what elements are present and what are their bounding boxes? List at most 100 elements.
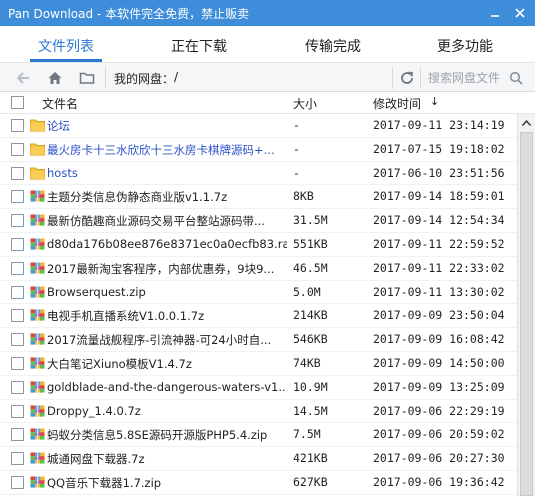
- archive-icon: [30, 475, 45, 489]
- archive-icon: [30, 189, 45, 203]
- tab-downloading[interactable]: 正在下载: [163, 26, 235, 62]
- scrollbar-thumb[interactable]: [520, 132, 533, 496]
- file-modified-time: 2017-09-06 20:27:30: [373, 451, 505, 466]
- folder-icon: [30, 167, 45, 180]
- scroll-up-button[interactable]: [518, 114, 535, 131]
- row-checkbox[interactable]: [11, 166, 24, 180]
- file-row[interactable]: 2017最新淘宝客程序，内部优惠券，9块9... 46.5M 2017-09-11 …: [0, 257, 517, 281]
- chevron-up-icon: [522, 119, 531, 126]
- archive-icon: [30, 285, 45, 299]
- file-size: 214KB: [293, 308, 328, 323]
- archive-icon: [30, 380, 45, 394]
- file-modified-time: 2017-09-11 22:33:02: [373, 260, 505, 275]
- file-name: 蚂蚁分类信息5.8SE源码开源版PHP5.4.zip: [47, 428, 268, 443]
- file-size: 46.5M: [293, 260, 328, 275]
- archive-icon: [30, 261, 45, 275]
- home-button[interactable]: [44, 67, 66, 89]
- row-checkbox[interactable]: [11, 356, 24, 370]
- row-checkbox[interactable]: [11, 261, 24, 275]
- tab-downloading-label: 正在下载: [171, 39, 227, 55]
- window-title: Pan Download - 本软件完全免费，禁止贩卖: [8, 7, 250, 21]
- refresh-button[interactable]: [396, 67, 418, 89]
- file-modified-time: 2017-09-11 22:59:52: [373, 236, 505, 251]
- file-name: 最新仿酷趣商业源码交易平台整站源码带...: [47, 214, 265, 229]
- row-checkbox[interactable]: [11, 190, 24, 204]
- row-checkbox[interactable]: [11, 380, 24, 394]
- folder-row[interactable]: 最火房卡十三水欣欣十三水房卡棋牌源码+... - 2017-07-15 19:18:…: [0, 138, 517, 162]
- file-row[interactable]: 蚂蚁分类信息5.8SE源码开源版PHP5.4.zip 7.5M 2017-09-06…: [0, 423, 517, 448]
- file-row[interactable]: d80da176b08ee876e8371ec0a0ecfb83.rar 551K…: [0, 233, 517, 257]
- search-button[interactable]: [506, 68, 526, 88]
- toolbar-divider: [392, 67, 393, 89]
- row-checkbox[interactable]: [11, 237, 24, 251]
- file-row[interactable]: Browserquest.zip 5.0M 2017-09-11 13:30:02: [0, 281, 517, 305]
- column-header-name[interactable]: 文件名: [42, 95, 78, 112]
- tab-file-list[interactable]: 文件列表: [30, 26, 102, 62]
- row-checkbox[interactable]: [11, 333, 24, 347]
- file-modified-time: 2017-07-15 19:18:02: [373, 141, 505, 156]
- row-checkbox[interactable]: [11, 452, 24, 466]
- path-value: /: [174, 70, 179, 84]
- archive-icon: [30, 189, 45, 203]
- toolbar: 我的网盘： /: [0, 62, 535, 92]
- row-checkbox[interactable]: [11, 309, 24, 323]
- sort-descending-icon: ↓: [430, 95, 440, 108]
- archive-icon: [30, 261, 45, 275]
- folder-row[interactable]: hosts - 2017-06-10 23:51:56: [0, 162, 517, 186]
- file-row[interactable]: QQ音乐下载器1.7.zip 627KB 2017-09-06 19:36:42: [0, 471, 517, 495]
- row-checkbox[interactable]: [11, 428, 24, 442]
- file-name[interactable]: hosts: [47, 166, 287, 180]
- file-row[interactable]: 主题分类信息伪静态商业版v1.1.7z 8KB 2017-09-14 18:59:0…: [0, 185, 517, 210]
- file-name: Browserquest.zip: [47, 284, 146, 299]
- file-row[interactable]: 城通网盘下载器.7z 421KB 2017-09-06 20:27:30: [0, 447, 517, 471]
- archive-icon: [30, 213, 45, 227]
- file-name: Droppy_1.4.0.7z: [47, 403, 141, 418]
- back-button[interactable]: [12, 67, 34, 89]
- file-row[interactable]: Droppy_1.4.0.7z 14.5M 2017-09-06 22:29:19: [0, 400, 517, 424]
- row-checkbox[interactable]: [11, 475, 24, 489]
- column-header-time[interactable]: 修改时间: [373, 95, 421, 112]
- file-size: -: [293, 118, 300, 132]
- file-size: 14.5M: [293, 403, 328, 418]
- file-row[interactable]: goldblade-and-the-dangerous-waters-v1...…: [0, 376, 517, 400]
- search-input[interactable]: [418, 71, 506, 85]
- archive-icon: [30, 427, 45, 441]
- tab-more[interactable]: 更多功能: [429, 26, 501, 62]
- file-name: 城通网盘下载器.7z: [47, 452, 145, 467]
- folder-icon: [30, 166, 45, 180]
- folder-icon: [30, 143, 45, 156]
- archive-icon: [30, 404, 45, 418]
- select-all-checkbox[interactable]: [11, 96, 24, 109]
- close-button[interactable]: [510, 3, 530, 23]
- minimize-button[interactable]: [485, 3, 505, 23]
- tab-file-list-label: 文件列表: [38, 39, 94, 55]
- file-row[interactable]: 2017流量战舰程序-引流神器-可24小时自... 546KB 2017-09-09…: [0, 328, 517, 352]
- row-checkbox[interactable]: [11, 285, 24, 299]
- folder-button[interactable]: [76, 67, 98, 89]
- row-checkbox[interactable]: [11, 404, 24, 418]
- file-name: goldblade-and-the-dangerous-waters-v1...: [47, 379, 287, 394]
- file-modified-time: 2017-09-09 14:50:00: [373, 355, 505, 370]
- vertical-scrollbar[interactable]: [517, 114, 535, 496]
- path-label: 我的网盘：: [114, 72, 175, 86]
- archive-icon: [30, 332, 45, 346]
- file-size: 74KB: [293, 355, 321, 370]
- file-name: 电视手机直播系统V1.0.0.1.7z: [47, 309, 205, 324]
- row-checkbox[interactable]: [11, 214, 24, 228]
- file-name[interactable]: 最火房卡十三水欣欣十三水房卡棋牌源码+...: [47, 142, 287, 158]
- row-checkbox[interactable]: [11, 142, 24, 156]
- row-checkbox[interactable]: [11, 119, 24, 132]
- file-row[interactable]: 电视手机直播系统V1.0.0.1.7z 214KB 2017-09-09 23:50…: [0, 304, 517, 329]
- file-name: 2017最新淘宝客程序，内部优惠券，9块9...: [47, 261, 275, 276]
- archive-icon: [30, 213, 45, 227]
- arrow-left-icon: [17, 72, 29, 84]
- file-row[interactable]: 大白笔记Xiuno模板V1.4.7z 74KB 2017-09-09 14:50:0…: [0, 352, 517, 376]
- file-name[interactable]: 论坛: [47, 118, 287, 134]
- tab-completed[interactable]: 传输完成: [297, 26, 369, 62]
- file-modified-time: 2017-06-10 23:51:56: [373, 165, 505, 180]
- folder-row[interactable]: 论坛 - 2017-09-11 23:14:19: [0, 114, 517, 138]
- folder-icon: [30, 119, 45, 132]
- column-header-size[interactable]: 大小: [293, 95, 317, 112]
- tab-more-label: 更多功能: [437, 39, 493, 55]
- file-row[interactable]: 最新仿酷趣商业源码交易平台整站源码带... 31.5M 2017-09-14 12:…: [0, 209, 517, 233]
